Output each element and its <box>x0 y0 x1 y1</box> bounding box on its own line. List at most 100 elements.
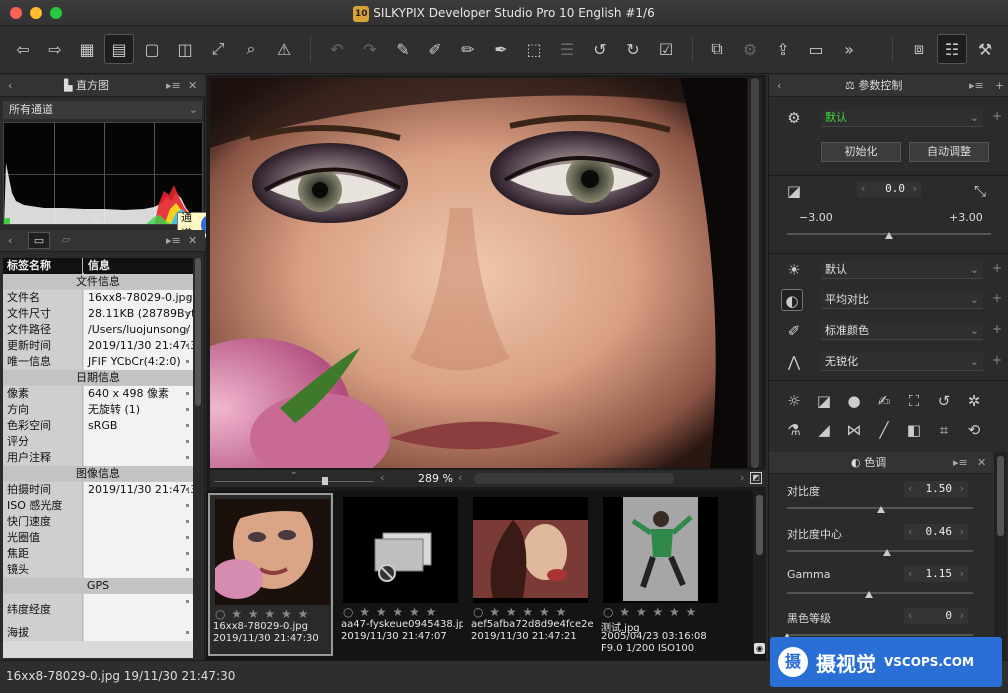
zoom-icon[interactable]: ⌕ <box>236 34 266 64</box>
rotate-icon[interactable]: ↺ <box>933 390 955 412</box>
param-slider-thumb[interactable] <box>883 549 891 556</box>
param-slider[interactable] <box>787 550 973 552</box>
add-icon[interactable]: + <box>992 261 1002 275</box>
table-row[interactable]: 色彩空间 sRGB <box>3 418 193 434</box>
fish-icon[interactable]: ⋈ <box>843 419 865 441</box>
folder-tab-icon[interactable]: ▱ <box>55 232 77 249</box>
rotate-left-icon[interactable]: ↺ <box>585 34 615 64</box>
filmstrip-view-icon[interactable]: ▤ <box>104 34 134 64</box>
thumbnail-scrollbar-thumb[interactable] <box>756 495 763 555</box>
panel-menu-icon[interactable]: ▸≡ <box>953 452 968 474</box>
panel-menu-icon[interactable]: ▸≡ <box>969 75 984 97</box>
collapse-left-icon[interactable]: ‹ <box>8 230 12 252</box>
compare-view-icon[interactable]: ◫ <box>170 34 200 64</box>
settings-gear-icon[interactable]: ✲ <box>963 390 985 412</box>
thumbnail-scrollbar[interactable] <box>753 491 766 651</box>
mask-icon[interactable]: ◧ <box>903 419 925 441</box>
transform-icon[interactable]: ⟲ <box>963 419 985 441</box>
table-row[interactable]: 评分 <box>3 434 193 450</box>
brush-tool-icon[interactable]: ✒ <box>486 34 516 64</box>
table-row[interactable]: 焦距 <box>3 546 193 562</box>
highlight-icon[interactable]: ☼ <box>783 390 805 412</box>
zoom-slider[interactable]: ⌄ <box>214 467 374 487</box>
table-row[interactable]: 拍摄时间 2019/11/30 21:47:30 <box>3 482 193 498</box>
exposure-slider-thumb[interactable] <box>885 232 893 239</box>
add-icon[interactable]: + <box>992 353 1002 367</box>
warning-icon[interactable]: ⚠ <box>269 34 299 64</box>
info-scrollbar[interactable] <box>194 258 202 658</box>
panel-menu-icon[interactable]: ▸≡ <box>166 230 181 252</box>
table-row[interactable]: 海拔 <box>3 625 193 641</box>
develop-icon[interactable]: ⚙ <box>735 34 765 64</box>
param-slider-thumb[interactable] <box>877 506 885 513</box>
sphere-icon[interactable]: ● <box>843 390 865 412</box>
grid-view-icon[interactable]: ▦ <box>72 34 102 64</box>
layers-icon[interactable]: ☰ <box>552 34 582 64</box>
tone-select[interactable]: 平均对比 ⌄ <box>821 291 983 309</box>
dropper-icon[interactable]: ✍ <box>873 390 895 412</box>
param-slider[interactable] <box>787 592 973 594</box>
rating-stars[interactable]: ○ ★ ★ ★ ★ ★ <box>473 605 567 619</box>
frame-icon[interactable]: ⛶ <box>903 390 925 412</box>
add-icon[interactable]: + <box>992 291 1002 305</box>
redo-icon[interactable]: ↷ <box>355 34 385 64</box>
batch-develop-icon[interactable]: ⧉ <box>702 34 732 64</box>
param-slider[interactable] <box>787 634 973 636</box>
viewer-scrollbar[interactable] <box>748 78 762 468</box>
param-input[interactable]: ‹ 1.15 › <box>904 566 968 582</box>
increase-icon[interactable]: › <box>958 524 965 540</box>
monitor-icon[interactable]: ▭ <box>801 34 831 64</box>
param-input[interactable]: ‹ 0.46 › <box>904 524 968 540</box>
control-panel-icon[interactable]: ☷ <box>937 34 967 64</box>
close-icon[interactable]: ✕ <box>188 75 197 97</box>
right-scrollbar[interactable] <box>994 452 1007 660</box>
add-icon[interactable]: + <box>992 322 1002 336</box>
fit-icon[interactable]: ◩ <box>750 472 762 484</box>
rating-stars[interactable]: ○ ★ ★ ★ ★ ★ <box>215 607 309 621</box>
spot-tool-icon[interactable]: ✏ <box>453 34 483 64</box>
table-row[interactable]: 镜头 <box>3 562 193 578</box>
tool-icon[interactable]: ⚒ <box>970 34 1000 64</box>
export-icon[interactable]: ⇪ <box>768 34 798 64</box>
decrease-icon[interactable]: ‹ <box>907 566 914 582</box>
param-slider-thumb[interactable] <box>865 591 873 598</box>
add-preset-icon[interactable]: + <box>992 109 1002 123</box>
exposure-tool-icon[interactable]: ◪ <box>813 390 835 412</box>
sharpness-select[interactable]: 无锐化 ⌄ <box>821 353 983 371</box>
color-icon[interactable]: ✐ <box>783 320 805 342</box>
brush-icon[interactable]: ╱ <box>873 419 895 441</box>
gradient-icon[interactable]: ◢ <box>813 419 835 441</box>
auto-exposure-icon[interactable]: ⤡ <box>969 180 991 202</box>
table-row[interactable]: 文件路径/Users/luojunsong/ <box>3 322 193 338</box>
mark-icon[interactable]: ☑ <box>651 34 681 64</box>
back-icon[interactable]: ⇦ <box>8 34 38 64</box>
gear-icon[interactable]: ⚙ <box>783 107 805 129</box>
collapse-right-icon[interactable]: ‹ <box>777 75 781 97</box>
zoom-slider-thumb[interactable] <box>322 477 328 485</box>
copy-params-icon[interactable]: ✎ <box>388 34 418 64</box>
table-row[interactable]: 快门速度 <box>3 514 193 530</box>
paint-icon[interactable]: ⚗ <box>783 419 805 441</box>
white-balance-select[interactable]: 默认 ⌄ <box>821 261 983 279</box>
param-input[interactable]: ‹ 1.50 › <box>904 481 968 497</box>
increase-icon[interactable]: › <box>958 566 965 582</box>
preset-select[interactable]: 默认 ⌄ <box>821 109 983 127</box>
table-row[interactable]: ISO 感光度 <box>3 498 193 514</box>
table-row[interactable]: 光圈值 <box>3 530 193 546</box>
table-row[interactable]: 纬度经度 <box>3 594 193 625</box>
auto-adjust-button[interactable]: 自动调整 <box>909 142 989 162</box>
table-row[interactable]: 文件尺寸28.11KB (28789Byte) <box>3 306 193 322</box>
windows-icon[interactable]: ⧈ <box>904 34 934 64</box>
thumbnail[interactable]: ○ ★ ★ ★ ★ ★ 测试.jpg 2005/04/23 03:16:08 F9.0… <box>598 493 723 656</box>
crop-tool-icon[interactable]: ⬚ <box>519 34 549 64</box>
color-select[interactable]: 标准颜色 ⌄ <box>821 322 983 340</box>
exposure-input[interactable]: ‹ 0.0 › <box>857 181 921 197</box>
table-row[interactable]: 用户注释 <box>3 450 193 466</box>
exposure-icon[interactable]: ◪ <box>783 180 805 202</box>
table-row[interactable]: 像素 640 x 498 像素 <box>3 386 193 402</box>
thumbnail[interactable]: ○ ★ ★ ★ ★ ★ 16xx8-78029-0.jpg 2019/11/30 2… <box>208 493 333 656</box>
paste-params-icon[interactable]: ✐ <box>420 34 450 64</box>
table-row[interactable]: 唯一信息 JFIF YCbCr(4:2:0) <box>3 354 193 370</box>
forward-icon[interactable]: ⇨ <box>40 34 70 64</box>
decrease-icon[interactable]: ‹ <box>907 524 914 540</box>
